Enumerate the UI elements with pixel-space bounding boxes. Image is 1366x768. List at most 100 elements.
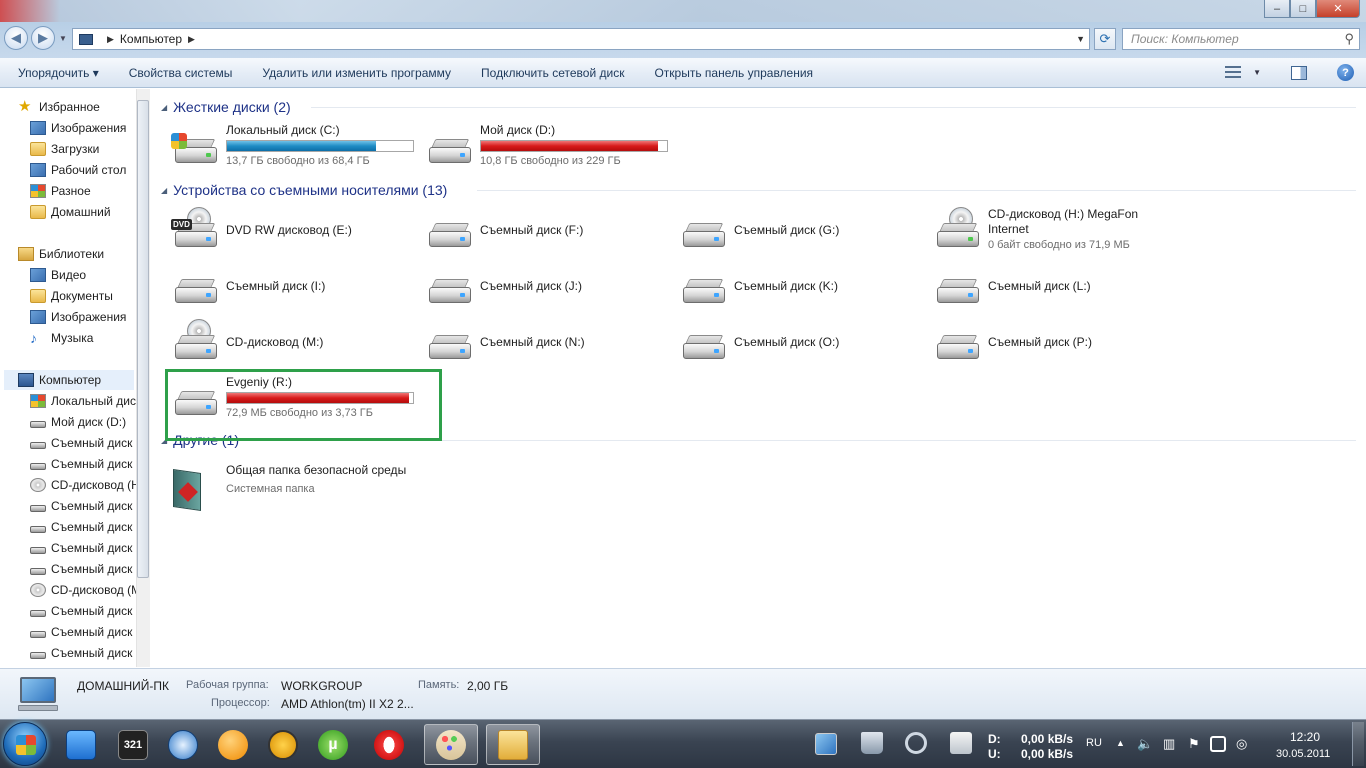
help-icon[interactable]: ? xyxy=(1337,64,1354,81)
drive-tile-e[interactable]: DVD DVD RW дисковод (E:) xyxy=(153,205,403,257)
my-computer-tray-icon[interactable] xyxy=(815,733,837,755)
sidebar-item-removable[interactable]: Съемный диск xyxy=(30,622,132,642)
taskbar-aimp[interactable] xyxy=(256,724,310,765)
drive-tile-c[interactable]: Локальный диск (C:) 13,7 ГБ свободно из … xyxy=(153,121,414,173)
sidebar-item-video[interactable]: Видео xyxy=(30,265,86,285)
clock-time[interactable]: 12:20 xyxy=(1290,730,1320,744)
refresh-button[interactable]: ⟳ xyxy=(1094,28,1116,50)
sidebar-item-documents[interactable]: Документы xyxy=(30,286,113,306)
address-dropdown-icon[interactable]: ▼ xyxy=(1076,34,1085,44)
sidebar-item-downloads[interactable]: Загрузки xyxy=(30,139,99,159)
drive-tile-f[interactable]: Съемный диск (F:) xyxy=(407,205,657,257)
breadcrumb-arrow-icon[interactable]: ▶ xyxy=(107,34,114,45)
sidebar-item-music[interactable]: ♪ Музыка xyxy=(30,328,93,348)
language-indicator[interactable]: RU xyxy=(1086,737,1102,749)
sidebar-item-label: Музыка xyxy=(51,331,94,345)
group-divider xyxy=(441,440,1356,441)
sidebar-item-removable[interactable]: Съемный диск xyxy=(30,433,132,453)
sidebar-item-home[interactable]: Домашний xyxy=(30,202,111,222)
taskbar-orange-app[interactable] xyxy=(206,724,260,765)
taskbar-media-app[interactable] xyxy=(156,724,210,765)
sidebar-favorites[interactable]: ★ Избранное xyxy=(18,97,100,117)
sidebar-item-cd-m[interactable]: CD-дисковод (M xyxy=(30,580,141,600)
taskbar-explorer[interactable] xyxy=(486,724,540,765)
search-placeholder: Поиск: Компьютер xyxy=(1131,32,1239,46)
group-removable[interactable]: ◢ Устройства со съемными носителями (13) xyxy=(161,180,447,200)
volume-icon[interactable]: 🔈 xyxy=(1137,736,1153,752)
organize-button[interactable]: Упорядочить ▾ xyxy=(0,66,114,80)
removable-drive-icon xyxy=(679,329,727,363)
tray-app-l-icon[interactable] xyxy=(1210,736,1226,752)
address-bar[interactable]: ▶ Компьютер ▶ ▼ xyxy=(72,28,1090,50)
sidebar-computer[interactable]: Компьютер xyxy=(4,370,134,390)
sidebar-item-removable[interactable]: Съемный диск xyxy=(30,454,132,474)
drive-name: Съемный диск (N:) xyxy=(480,335,585,349)
sidebar-item-drive-c[interactable]: Локальный диск xyxy=(30,391,141,411)
taskbar-utorrent[interactable]: µ xyxy=(306,724,360,765)
sidebar-item-removable[interactable]: Съемный диск xyxy=(30,559,132,579)
drive-tile-h[interactable]: CD-дисковод (H:) MegaFon Internet 0 байт… xyxy=(915,205,1175,257)
sidebar-scroll-thumb[interactable] xyxy=(137,100,149,578)
sidebar-item-images[interactable]: Изображения xyxy=(30,307,126,327)
drive-tile-l[interactable]: Съемный диск (L:) xyxy=(915,261,1165,313)
drive-tile-p[interactable]: Съемный диск (P:) xyxy=(915,317,1165,369)
drive-tile-g[interactable]: Съемный диск (G:) xyxy=(661,205,911,257)
drive-tile-m[interactable]: CD-дисковод (M:) xyxy=(153,317,403,369)
close-button[interactable]: ✕ xyxy=(1316,0,1360,18)
view-dropdown-icon[interactable]: ▼ xyxy=(1253,68,1261,77)
maximize-button[interactable]: □ xyxy=(1290,0,1316,18)
sidebar-item-removable[interactable]: Съемный диск xyxy=(30,601,132,621)
sidebar-item-drive-d[interactable]: Мой диск (D:) xyxy=(30,412,126,432)
network-icon[interactable]: ▥ xyxy=(1163,736,1175,752)
change-view-icon[interactable] xyxy=(1225,65,1242,80)
sandbox-folder-tile[interactable]: Общая папка безопасной среды Системная п… xyxy=(153,461,453,513)
breadcrumb-computer[interactable]: Компьютер xyxy=(120,32,182,46)
show-desktop-button[interactable] xyxy=(1352,722,1364,766)
open-control-panel-button[interactable]: Открыть панель управления xyxy=(639,66,828,80)
breadcrumb-arrow-icon[interactable]: ▶ xyxy=(188,34,195,45)
search-icon[interactable]: ⚲ xyxy=(1344,31,1354,47)
show-hidden-icons[interactable]: ▲ xyxy=(1116,738,1125,748)
preview-pane-icon[interactable] xyxy=(1291,65,1307,80)
sidebar-libraries[interactable]: Библиотеки xyxy=(18,244,104,264)
drive-tile-d[interactable]: Мой диск (D:) 10,8 ГБ свободно из 229 ГБ xyxy=(407,121,668,173)
back-button[interactable]: ◀ xyxy=(4,26,28,50)
drive-tile-n[interactable]: Съемный диск (N:) xyxy=(407,317,657,369)
uninstall-program-button[interactable]: Удалить или изменить программу xyxy=(247,66,466,80)
paint-icon xyxy=(436,729,466,760)
recycle-bin-icon[interactable] xyxy=(861,732,883,754)
start-button[interactable] xyxy=(3,722,47,766)
pictures-icon xyxy=(30,121,46,135)
taskbar-opera[interactable] xyxy=(362,724,416,765)
taskbar-media-player[interactable] xyxy=(54,724,108,765)
sidebar-item-removable[interactable]: Съемный диск xyxy=(30,643,132,663)
recent-pages-dropdown[interactable]: ▼ xyxy=(59,34,67,43)
sidebar-item-misc[interactable]: Разное xyxy=(30,181,91,201)
collapse-triangle-icon[interactable]: ◢ xyxy=(161,103,167,112)
drive-tile-i[interactable]: Съемный диск (I:) xyxy=(153,261,403,313)
sidebar-item-pictures[interactable]: Изображения xyxy=(30,118,126,138)
drive-tile-j[interactable]: Съемный диск (J:) xyxy=(407,261,657,313)
group-divider xyxy=(311,107,1356,108)
taskbar-321-player[interactable]: 321 xyxy=(106,724,160,765)
sidebar-item-removable[interactable]: Съемный диск xyxy=(30,517,132,537)
collapse-triangle-icon[interactable]: ◢ xyxy=(161,186,167,195)
map-network-drive-button[interactable]: Подключить сетевой диск xyxy=(466,66,639,80)
sidebar-item-desktop[interactable]: Рабочий стол xyxy=(30,160,126,180)
documents-tray-icon[interactable] xyxy=(950,732,972,754)
forward-button[interactable]: ▶ xyxy=(31,26,55,50)
sidebar-item-removable[interactable]: Съемный диск xyxy=(30,496,132,516)
system-properties-button[interactable]: Свойства системы xyxy=(114,66,248,80)
globe-icon[interactable]: ◎ xyxy=(1236,736,1247,752)
search-input[interactable]: Поиск: Компьютер ⚲ xyxy=(1122,28,1360,50)
action-center-flag-icon[interactable]: ⚑ xyxy=(1188,736,1200,752)
drive-tile-k[interactable]: Съемный диск (K:) xyxy=(661,261,911,313)
magnifier-icon[interactable] xyxy=(905,732,927,754)
minimize-button[interactable]: – xyxy=(1264,0,1290,18)
sidebar-item-cd-h[interactable]: CD-дисковод (H xyxy=(30,475,140,495)
group-hard-disks[interactable]: ◢ Жесткие диски (2) xyxy=(161,97,291,117)
sidebar-item-removable[interactable]: Съемный диск xyxy=(30,538,132,558)
drive-tile-o[interactable]: Съемный диск (O:) xyxy=(661,317,911,369)
clock-date[interactable]: 30.05.2011 xyxy=(1276,748,1330,760)
taskbar-paint[interactable] xyxy=(424,724,478,765)
